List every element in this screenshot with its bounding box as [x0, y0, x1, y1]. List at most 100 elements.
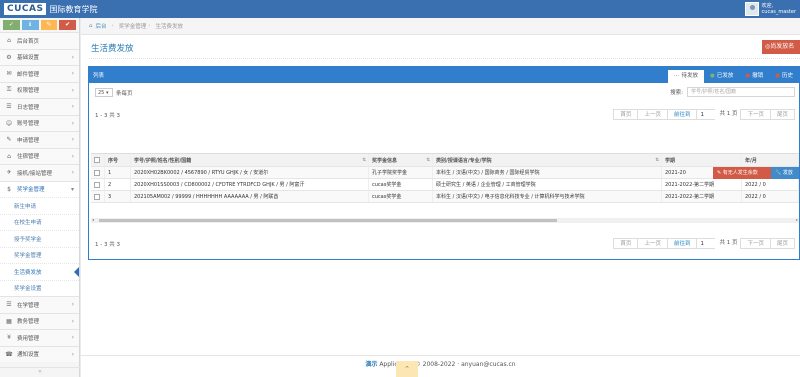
- sidebar: ✓ ℹ ✎ ✔ ⌂ 后台首页 ⚙ 基础设置 › ✉ 邮件管理 › ⚿ 权限管理 › ☰ 日志管理 › ☺ 账号…: [0, 18, 80, 377]
- scroll-left-icon[interactable]: ◂: [92, 217, 94, 222]
- sidebar-item[interactable]: $ 奖学金管理 ▾: [0, 180, 79, 197]
- sidebar-subitem[interactable]: 奖学金管理: [0, 246, 79, 263]
- table-cell-no: 1: [105, 167, 131, 178]
- menu-icon: ¥: [7, 334, 11, 342]
- list-panel: 列表 ⋯ 待发放 ● 已发放 ● 撤销 ● 历史 25 ▾ 条每页 搜索: 学号/护照/姓名/…: [88, 66, 800, 260]
- sidebar-item[interactable]: ☰ 在学管理 ›: [0, 296, 79, 313]
- sidebar-item[interactable]: ✈ 接机/接站管理 ›: [0, 164, 79, 181]
- sidebar-subitem[interactable]: 奖学金设置: [0, 279, 79, 296]
- sort-icon: ⇅: [655, 157, 659, 163]
- sidebar-subitem-label: 生活费发放: [14, 269, 42, 276]
- sidebar-subitem[interactable]: 在校生申请: [0, 213, 79, 230]
- sidebar-subitem-label: 新生申请: [14, 203, 37, 210]
- row-checkbox[interactable]: [94, 193, 100, 200]
- table-row[interactable]: 1 2020XH02BK0002 / 4567890 / RTYU GHJK / …: [91, 167, 799, 179]
- sidebar-item[interactable]: ✉ 邮件管理 ›: [0, 65, 79, 82]
- pager-prev-button[interactable]: 上一页: [637, 238, 668, 249]
- table-row[interactable]: 2 2020XH01SS0003 / CD800002 / CFDTRE YTRD…: [91, 179, 799, 191]
- sidebar-item[interactable]: ▦ 教务管理 ›: [0, 312, 79, 329]
- sidebar-item[interactable]: ☰ 日志管理 ›: [0, 98, 79, 115]
- pager-jump-button[interactable]: 前往到: [666, 238, 698, 249]
- user-name: cucas_master: [761, 9, 796, 15]
- sidebar-item[interactable]: ⚙ 基础设置 ›: [0, 48, 79, 65]
- pager-first-button[interactable]: 首页: [613, 109, 639, 120]
- sidebar-item-label: 教务管理: [17, 319, 40, 326]
- column-header-label: 类别/授课语言/专业/学院: [436, 157, 492, 164]
- app-title: 国际教育学院: [49, 4, 98, 14]
- table-cell-ym: 2022 / 0: [742, 179, 799, 190]
- column-header[interactable]: 学期: [662, 154, 742, 166]
- sidebar-item-label: 在学管理: [17, 302, 40, 309]
- scrollbar-thumb[interactable]: [99, 219, 557, 222]
- sidebar-item[interactable]: ☺ 账号管理 ›: [0, 114, 79, 131]
- panel-title: 列表: [93, 73, 105, 79]
- chevron-icon: ›: [71, 70, 74, 78]
- app-logo[interactable]: CUCAS 国际教育学院: [4, 2, 97, 16]
- chevron-icon: ›: [71, 301, 74, 309]
- pager-jump-button[interactable]: 前往到: [666, 109, 698, 120]
- pager-page-input[interactable]: 1: [696, 238, 717, 249]
- row-checkbox[interactable]: [94, 181, 100, 188]
- sidebar-collapse-button[interactable]: «: [0, 367, 80, 376]
- table-row[interactable]: 3 202105AM002 / 99999 / HHHHHHH AAAAAAA /…: [91, 191, 799, 203]
- breadcrumb-home[interactable]: 后台: [96, 22, 107, 30]
- column-header[interactable]: 年/月: [742, 154, 799, 166]
- sidebar-subitem-label: 奖学金设置: [14, 286, 42, 293]
- scroll-to-top-button[interactable]: ⌃: [396, 361, 418, 377]
- issue-button[interactable]: 🔧 发放: [771, 167, 799, 179]
- sidebar-subitem[interactable]: 生活费发放: [0, 263, 79, 280]
- row-checkbox[interactable]: [94, 169, 100, 176]
- page-length-label: 条每页: [116, 90, 133, 97]
- breadcrumb-section[interactable]: 奖学金管理: [119, 22, 147, 30]
- status-tab[interactable]: ● 历史: [769, 70, 799, 83]
- tab-icon: ●: [745, 73, 751, 79]
- balance-action-button[interactable]: ✎ 有无人发生余款: [713, 167, 771, 179]
- shortcut-ok-button[interactable]: ✔: [59, 20, 76, 30]
- pager-first-button[interactable]: 首页: [613, 238, 639, 249]
- pager-last-button[interactable]: 尾页: [769, 238, 795, 249]
- sidebar-item-label: 通知设置: [17, 352, 40, 359]
- pager-prev-button[interactable]: 上一页: [637, 109, 668, 120]
- search-box: 搜索: 学号/护照/姓名/国籍: [670, 87, 795, 97]
- column-header[interactable]: 学号/护照/姓名/性别/国籍 ⇅: [131, 154, 369, 166]
- user-menu[interactable]: 欢迎, cucas_master: [744, 1, 796, 17]
- sidebar-item[interactable]: ⌂ 后台首页: [0, 32, 79, 49]
- sidebar-subitem-label: 在校生申请: [14, 220, 42, 227]
- page-title: 生活费发放: [91, 44, 134, 54]
- panel-header: 列表 ⋯ 待发放 ● 已发放 ● 撤销 ● 历史: [89, 67, 799, 83]
- pager-next-button[interactable]: 下一页: [740, 109, 771, 120]
- shortcut-info-button[interactable]: ℹ: [21, 20, 39, 30]
- pager-page-input[interactable]: 1: [696, 109, 717, 120]
- horizontal-scrollbar[interactable]: ◂ ▸: [91, 217, 799, 223]
- sidebar-item[interactable]: ¥ 费用管理 ›: [0, 329, 79, 346]
- status-tab[interactable]: ● 撤销: [739, 70, 769, 83]
- column-header[interactable]: 奖学金信息 ⇅: [369, 154, 433, 166]
- issue-action-button[interactable]: ◎尚发放名: [762, 40, 800, 54]
- table-cell-term: 2021-2022-第二学期: [662, 191, 742, 202]
- home-icon[interactable]: ⌂: [89, 23, 93, 29]
- tab-label: 已发放: [716, 73, 734, 79]
- column-header[interactable]: 类别/授课语言/专业/学院 ⇅: [433, 154, 662, 166]
- pager-last-button[interactable]: 尾页: [769, 109, 795, 120]
- chevron-icon: ›: [71, 350, 74, 358]
- pager-next-button[interactable]: 下一页: [740, 238, 771, 249]
- menu-icon: ⚿: [6, 86, 12, 94]
- page-length-select[interactable]: 25 ▾: [95, 88, 113, 97]
- sidebar-item[interactable]: ⌂ 住宿管理 ›: [0, 147, 79, 164]
- select-cell: [91, 167, 105, 178]
- scroll-right-icon[interactable]: ▸: [796, 217, 798, 222]
- status-tab[interactable]: ⋯ 待发放: [668, 70, 705, 83]
- shortcut-edit-button[interactable]: ✎: [40, 20, 58, 30]
- sidebar-item[interactable]: ✎ 申请管理 ›: [0, 131, 79, 148]
- status-tab[interactable]: ● 已发放: [704, 70, 739, 83]
- shortcut-check-button[interactable]: ✓: [3, 20, 20, 30]
- chevron-icon: ›: [71, 317, 74, 325]
- column-header[interactable]: 序号: [105, 154, 131, 166]
- sidebar-item[interactable]: ☎ 通知设置 ›: [0, 345, 79, 362]
- search-input[interactable]: 学号/护照/姓名/国籍: [687, 87, 795, 97]
- sidebar-item[interactable]: ⚿ 权限管理 ›: [0, 81, 79, 98]
- pager-total-label: 共 1 页: [715, 109, 742, 120]
- sidebar-subitem[interactable]: 新生申请: [0, 197, 79, 214]
- select-all-checkbox[interactable]: [94, 157, 100, 163]
- sidebar-subitem[interactable]: 授予奖学金: [0, 230, 79, 247]
